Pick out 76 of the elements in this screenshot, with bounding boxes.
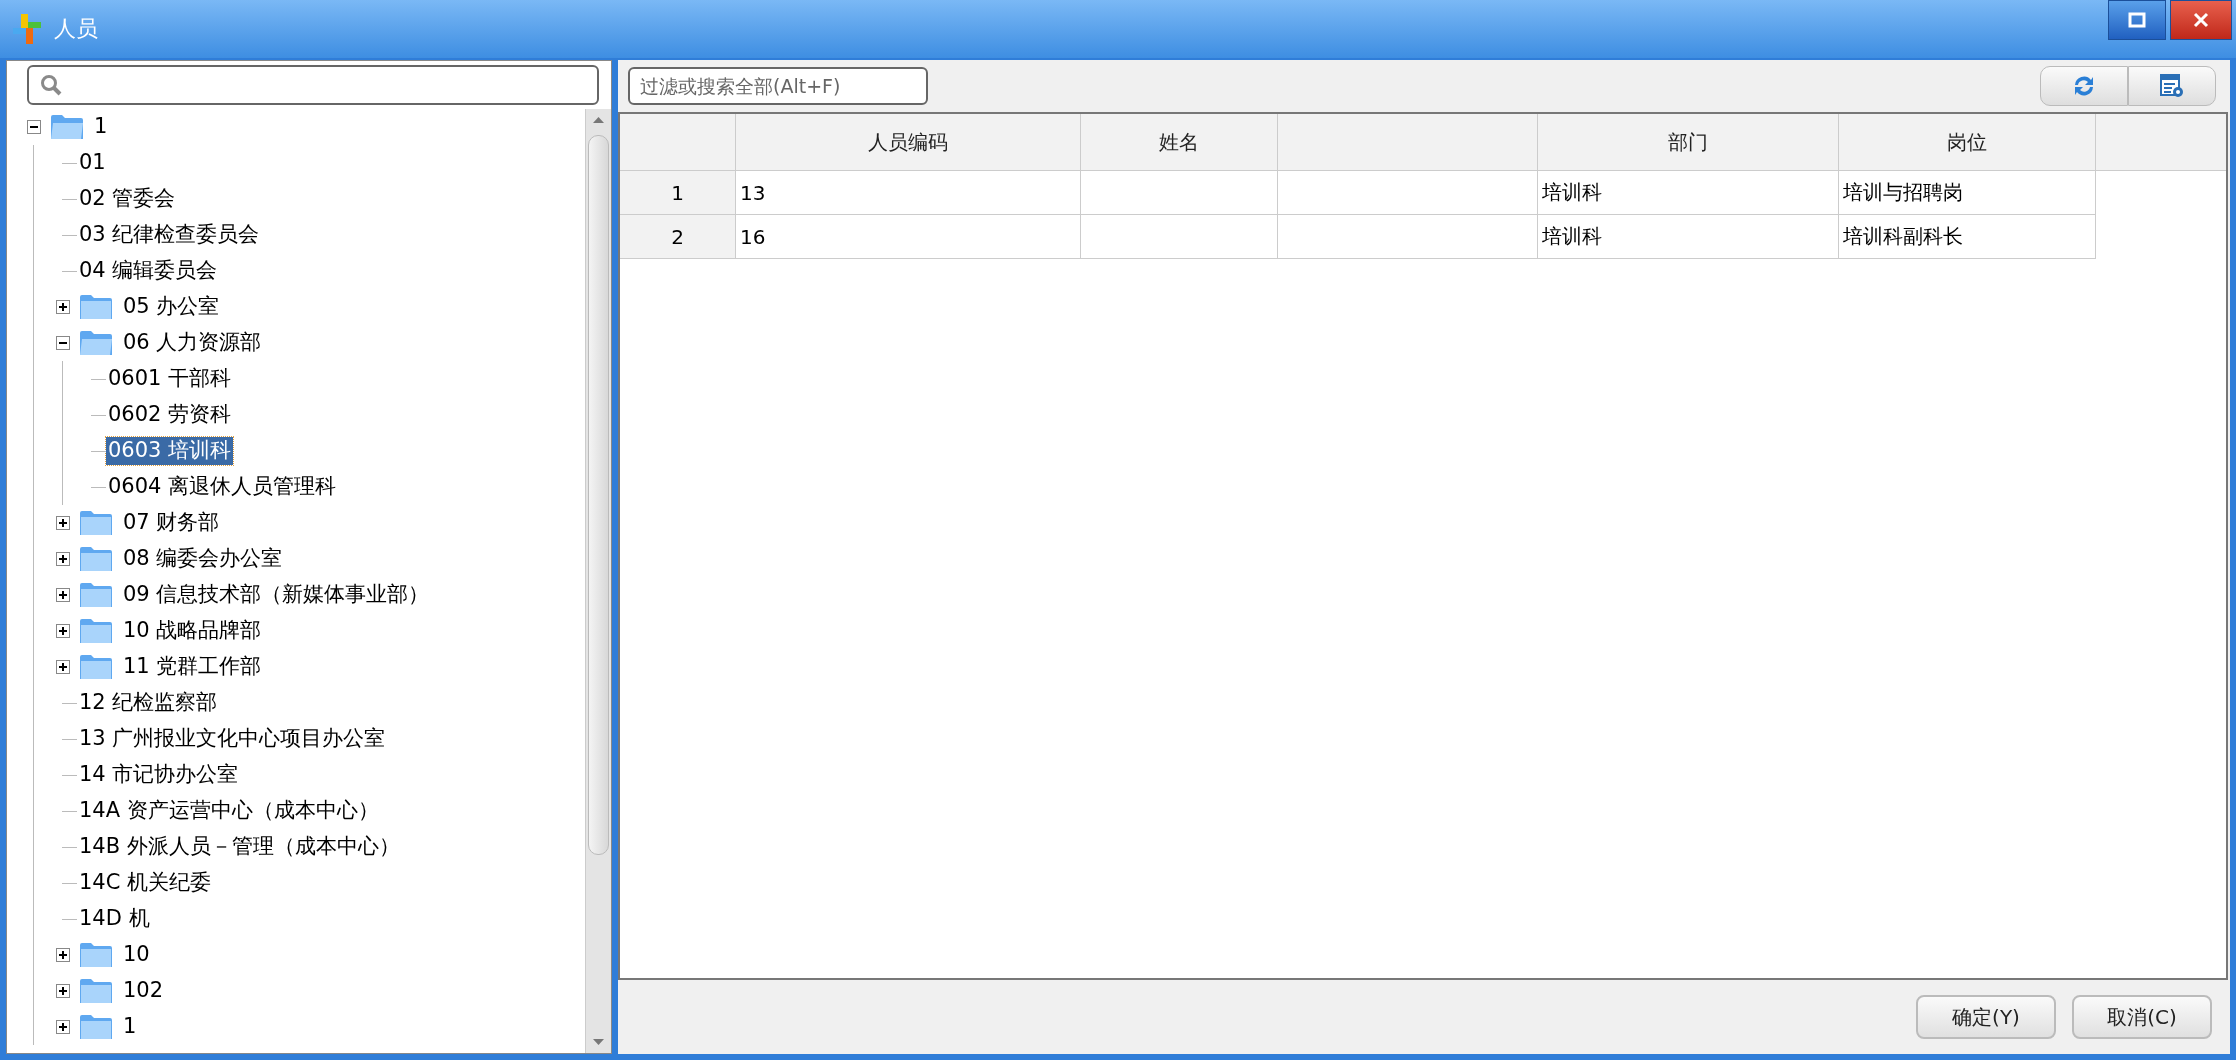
tree-item[interactable]: 07 财务部 xyxy=(121,509,222,537)
expand-toggle[interactable] xyxy=(55,984,70,998)
folder-icon xyxy=(79,1013,113,1041)
tree-item[interactable]: 1 xyxy=(121,1013,139,1041)
column-header[interactable]: 部门 xyxy=(1538,114,1839,170)
refresh-button[interactable] xyxy=(2040,66,2128,106)
form-settings-icon xyxy=(2159,73,2185,99)
column-settings-button[interactable] xyxy=(2128,66,2216,106)
table-cell: 培训科副科长 xyxy=(1839,215,2096,259)
column-header[interactable]: 岗位 xyxy=(1839,114,2096,170)
tree-item[interactable]: 10 战略品牌部 xyxy=(121,617,264,645)
table-cell: 培训科 xyxy=(1538,171,1839,215)
open-folder-icon xyxy=(50,113,84,141)
expand-toggle[interactable] xyxy=(55,336,70,350)
window-title: 人员 xyxy=(54,15,98,43)
scrollbar[interactable] xyxy=(585,109,611,1053)
tree-item[interactable]: 14B 外派人员－管理（成本中心） xyxy=(77,833,402,861)
expand-toggle[interactable] xyxy=(55,516,70,530)
folder-icon xyxy=(79,653,113,681)
scroll-thumb[interactable] xyxy=(588,135,609,855)
expand-toggle[interactable] xyxy=(55,660,70,674)
expand-toggle[interactable] xyxy=(55,552,70,566)
tree-item[interactable]: 14C 机关纪委 xyxy=(77,869,214,897)
table-cell: 16 xyxy=(736,215,1081,259)
tree-item[interactable]: 09 信息技术部（新媒体事业部） xyxy=(121,581,432,609)
folder-icon xyxy=(79,617,113,645)
tree-item[interactable]: 08 编委会办公室 xyxy=(121,545,285,573)
tree-item[interactable]: 11 党群工作部 xyxy=(121,653,264,681)
maximize-icon xyxy=(2128,12,2146,28)
expand-toggle[interactable] xyxy=(55,1020,70,1034)
table-cell: 培训科 xyxy=(1538,215,1839,259)
search-icon xyxy=(39,73,63,97)
column-header[interactable]: 姓名 xyxy=(1081,114,1278,170)
tree-item[interactable]: 102 xyxy=(121,977,166,1005)
expand-toggle[interactable] xyxy=(55,300,70,314)
tree-item[interactable]: 0604 离退休人员管理科 xyxy=(106,473,339,501)
tree-item[interactable]: 03 纪律检查委员会 xyxy=(77,221,262,249)
expand-toggle[interactable] xyxy=(55,948,70,962)
tree-item[interactable]: 12 纪检监察部 xyxy=(77,689,220,717)
table-cell: 培训与招聘岗 xyxy=(1839,171,2096,215)
tree-item[interactable]: 10 xyxy=(121,941,152,969)
tree-item[interactable]: 14A 资产运营中心（成本中心） xyxy=(77,797,381,825)
tree-item[interactable]: 14D 机 xyxy=(77,905,152,933)
search-field[interactable] xyxy=(27,65,599,105)
column-header[interactable]: 人员编码 xyxy=(736,114,1081,170)
tree-item[interactable]: 13 广州报业文化中心项目办公室 xyxy=(77,725,388,753)
folder-icon xyxy=(79,977,113,1005)
folder-icon xyxy=(79,293,113,321)
tree-item[interactable]: 1 xyxy=(92,113,110,141)
tree-item[interactable]: 02 管委会 xyxy=(77,185,178,213)
row-number: 2 xyxy=(620,215,736,259)
tree-item[interactable]: 0602 劳资科 xyxy=(106,401,234,429)
filter-field[interactable]: 过滤或搜索全部(Alt+F) xyxy=(628,67,928,105)
table-cell: 13 xyxy=(736,171,1081,215)
expand-toggle[interactable] xyxy=(55,624,70,638)
tree-item[interactable]: 0603 培训科 xyxy=(106,437,234,465)
expand-toggle[interactable] xyxy=(26,120,41,134)
row-number: 1 xyxy=(620,171,736,215)
tree-item[interactable]: 04 编辑委员会 xyxy=(77,257,220,285)
expand-toggle[interactable] xyxy=(55,588,70,602)
tree-item[interactable]: 05 办公室 xyxy=(121,293,222,321)
tree-item[interactable]: 06 人力资源部 xyxy=(121,329,264,357)
maximize-button[interactable] xyxy=(2108,0,2166,40)
confirm-button[interactable]: 确定(Y) xyxy=(1916,995,2056,1039)
app-logo-icon xyxy=(10,12,44,46)
folder-icon xyxy=(79,509,113,537)
open-folder-icon xyxy=(79,329,113,357)
tree-item[interactable]: 01 xyxy=(77,149,108,177)
folder-icon xyxy=(79,545,113,573)
folder-icon xyxy=(79,581,113,609)
cancel-button[interactable]: 取消(C) xyxy=(2072,995,2212,1039)
tree-item[interactable]: 0601 干部科 xyxy=(106,365,234,393)
folder-icon xyxy=(79,941,113,969)
tree-item[interactable]: 14 市记协办公室 xyxy=(77,761,241,789)
close-button[interactable] xyxy=(2170,0,2232,40)
close-icon xyxy=(2192,11,2210,29)
